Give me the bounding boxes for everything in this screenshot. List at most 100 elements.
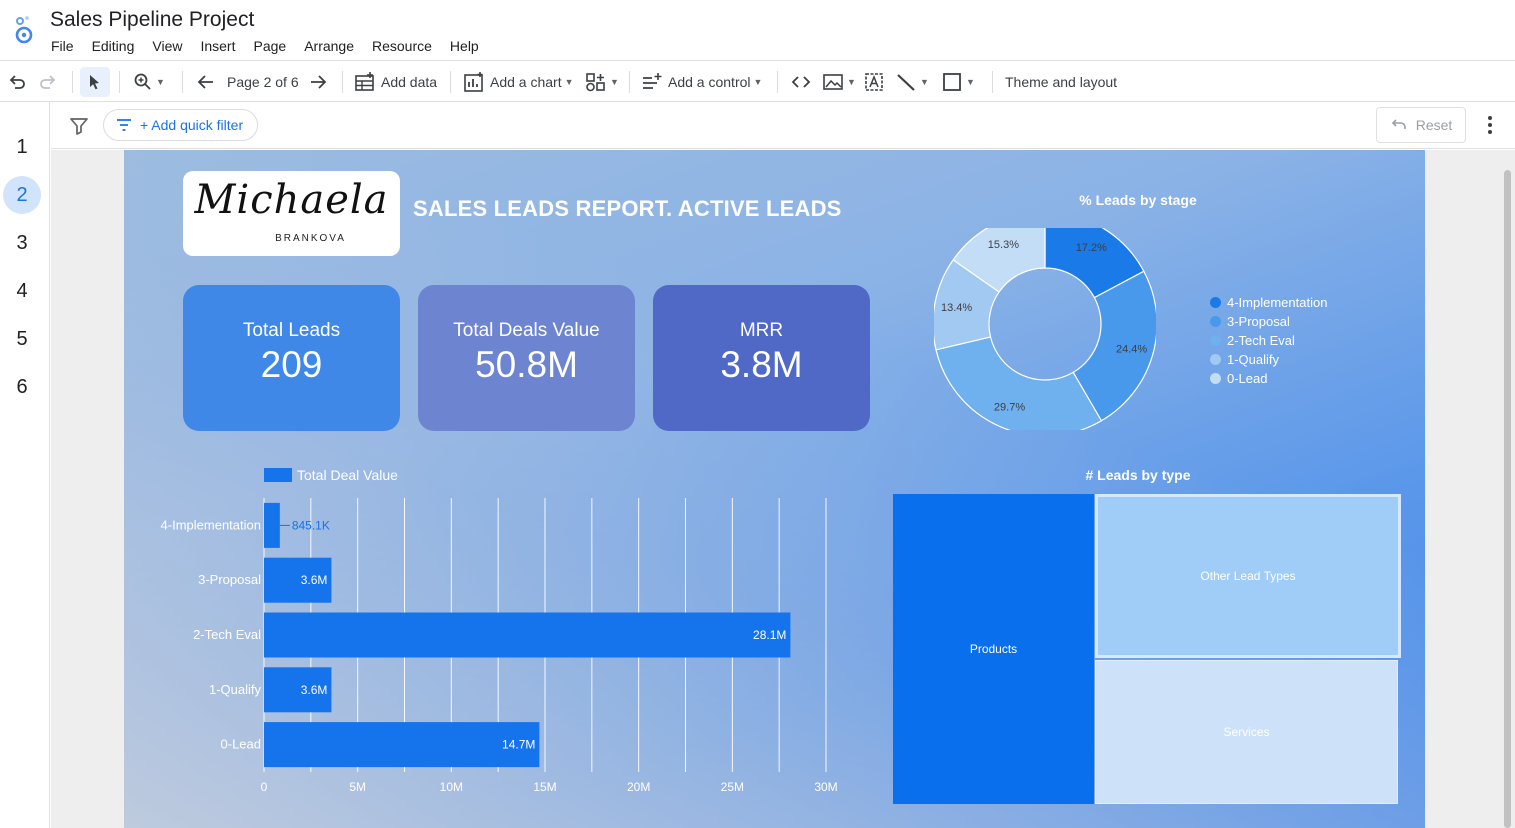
undo-button[interactable] — [7, 61, 27, 103]
toolbar-divider — [119, 71, 120, 93]
add-data-label: Add data — [381, 74, 438, 90]
previous-page-button[interactable] — [196, 61, 216, 103]
bar-value-label: 3.6M — [301, 683, 328, 697]
kpi-value: 50.8M — [475, 344, 578, 385]
bar[interactable] — [264, 502, 280, 548]
donut-slice[interactable] — [935, 336, 1103, 430]
treemap-label: Other Lead Types — [1200, 569, 1296, 583]
logo-card[interactable]: Michaela BRANKOVA — [183, 171, 400, 256]
reset-icon — [1391, 119, 1406, 129]
community-viz-button[interactable]: ▼ — [585, 61, 619, 103]
arrow-left-icon — [197, 75, 213, 89]
add-control-button[interactable]: Add a control ▼ — [641, 61, 762, 103]
legend-item[interactable]: 0-Lead — [1210, 369, 1327, 388]
filter-icon[interactable] — [69, 116, 89, 136]
legend-item[interactable]: 4-Implementation — [1210, 293, 1327, 312]
menu-file[interactable]: File — [42, 38, 83, 54]
report-title[interactable]: SALES LEADS REPORT. ACTIVE LEADS — [413, 196, 842, 222]
add-data-button[interactable]: Add data — [354, 61, 437, 103]
code-icon — [791, 76, 811, 88]
toolbar-divider — [450, 71, 451, 93]
donut-slice-label: 15.3% — [988, 239, 1019, 251]
add-chart-button[interactable]: Add a chart ▼ — [463, 61, 574, 103]
image-button[interactable]: ▼ — [822, 61, 856, 103]
legend-label: Total Deal Value — [297, 467, 398, 483]
menu-resource[interactable]: Resource — [363, 38, 441, 54]
page-2-item[interactable]: 2 — [3, 176, 41, 214]
kpi-label: Total Deals Value — [453, 320, 600, 341]
legend-label: 4-Implementation — [1227, 295, 1328, 310]
menu-insert[interactable]: Insert — [191, 38, 244, 54]
zoom-button[interactable]: ▼ — [133, 61, 165, 103]
x-tick-label: 5M — [349, 780, 366, 794]
image-icon — [823, 74, 843, 90]
add-quick-filter-label: + Add quick filter — [140, 117, 244, 133]
filter-list-icon — [117, 119, 131, 131]
leads-by-stage-donut-chart[interactable]: 17.2% 24.4% 29.7% 13.4% 15.3% — [934, 228, 1156, 430]
vertical-scrollbar[interactable] — [1504, 170, 1511, 828]
undo-icon — [9, 75, 25, 89]
page-5-item[interactable]: 5 — [3, 320, 41, 358]
bar-chart-legend[interactable]: Total Deal Value — [264, 467, 398, 483]
x-tick-label: 20M — [627, 780, 650, 794]
more-options-icon[interactable] — [1483, 115, 1497, 135]
menu-editing[interactable]: Editing — [83, 38, 144, 54]
add-quick-filter-button[interactable]: + Add quick filter — [103, 109, 259, 141]
shape-button[interactable]: ▼ — [941, 61, 975, 103]
page-6-item[interactable]: 6 — [3, 368, 41, 406]
next-page-button[interactable] — [308, 61, 328, 103]
x-tick-label: 0 — [261, 780, 268, 794]
treemap-cell-services[interactable]: Services — [1095, 660, 1398, 804]
document-title[interactable]: Sales Pipeline Project — [50, 8, 254, 32]
theme-and-layout-button[interactable]: Theme and layout — [1005, 61, 1117, 103]
kpi-value: 209 — [260, 344, 323, 385]
add-control-icon — [643, 73, 662, 89]
y-category-label: 0-Lead — [221, 737, 261, 752]
legend-item[interactable]: 1-Qualify — [1210, 350, 1327, 369]
page-4-item[interactable]: 4 — [3, 272, 41, 310]
legend-swatch — [264, 468, 292, 482]
menu-bar: File Editing View Insert Page Arrange Re… — [42, 38, 488, 54]
bar[interactable] — [264, 722, 540, 768]
chevron-down-icon: ▼ — [564, 77, 574, 87]
bar[interactable] — [264, 612, 791, 658]
select-tool-button[interactable] — [80, 67, 110, 97]
chevron-down-icon: ▼ — [966, 77, 975, 87]
kpi-mrr[interactable]: MRR 3.8M — [653, 285, 870, 431]
looker-studio-logo-icon — [15, 16, 33, 44]
add-chart-icon — [464, 72, 483, 92]
toolbar-divider — [992, 71, 993, 93]
embed-url-button[interactable] — [790, 61, 812, 103]
reset-button[interactable]: Reset — [1376, 107, 1466, 143]
filter-bar: + Add quick filter Reset — [51, 102, 1515, 149]
treemap-cell-other-lead-types[interactable]: Other Lead Types — [1095, 494, 1401, 658]
page-3-item[interactable]: 3 — [3, 224, 41, 262]
toolbar: ▼ Page 2 of 6 Add data Add a chart ▼ ▼ A… — [0, 60, 1515, 102]
legend-label: 0-Lead — [1227, 371, 1268, 386]
menu-arrange[interactable]: Arrange — [295, 38, 363, 54]
page-1-item[interactable]: 1 — [3, 128, 41, 166]
kpi-label: MRR — [739, 320, 784, 341]
chevron-down-icon: ▼ — [847, 77, 856, 87]
legend-swatch — [1210, 297, 1221, 308]
kpi-total-leads[interactable]: Total Leads 209 — [183, 285, 400, 431]
menu-help[interactable]: Help — [441, 38, 488, 54]
chevron-down-icon: ▼ — [920, 77, 929, 87]
line-button[interactable]: ▼ — [895, 61, 929, 103]
legend-label: 3-Proposal — [1227, 314, 1290, 329]
bar-value-label: 845.1K — [292, 518, 330, 532]
menu-page[interactable]: Page — [244, 38, 295, 54]
line-icon — [897, 74, 915, 91]
legend-item[interactable]: 2-Tech Eval — [1210, 331, 1327, 350]
donut-slice-label: 13.4% — [941, 302, 972, 314]
treemap-cell-products[interactable]: Products — [893, 494, 1094, 804]
legend-swatch — [1210, 373, 1221, 384]
kpi-total-deals-value[interactable]: Total Deals Value 50.8M — [418, 285, 635, 431]
text-box-button[interactable] — [863, 61, 885, 103]
redo-button[interactable] — [38, 61, 58, 103]
redo-icon — [40, 75, 56, 89]
deal-value-bar-chart[interactable]: 0 5M 10M 15M 20M 25M 30M 4-Implementation 845.1K… — [124, 490, 864, 805]
menu-view[interactable]: View — [143, 38, 191, 54]
legend-item[interactable]: 3-Proposal — [1210, 312, 1327, 331]
y-category-label: 4-Implementation — [161, 517, 261, 532]
